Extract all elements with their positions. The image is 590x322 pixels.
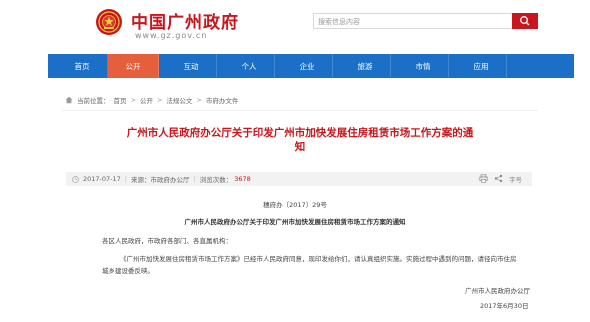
- share-icon[interactable]: [494, 174, 503, 183]
- breadcrumb-separator: >: [130, 96, 136, 104]
- site-title[interactable]: 中国广州政府: [131, 8, 239, 33]
- search-icon: [520, 16, 530, 26]
- article-tools: 字号: [479, 174, 522, 184]
- breadcrumb-link-regulations[interactable]: 法规公文: [166, 95, 192, 105]
- nav-item-city-info[interactable]: 市情: [398, 54, 449, 78]
- breadcrumb-link-office-docs[interactable]: 市府办文件: [206, 95, 239, 105]
- nav-item-home[interactable]: 首页: [57, 54, 108, 78]
- print-icon[interactable]: [479, 174, 488, 183]
- breadcrumb-link-open-gov[interactable]: 公开: [140, 95, 153, 105]
- site-header: 中国广州政府 www.gz.gov.cn: [0, 0, 590, 54]
- font-size-toggle[interactable]: 字号: [509, 174, 522, 184]
- clock-icon: [72, 175, 79, 183]
- nav-item-enterprise[interactable]: 企业: [282, 54, 333, 78]
- breadcrumb: 当前位置： 首页 > 公开 > 法规公文 > 市府办文件: [65, 95, 238, 105]
- publish-date: 2017-07-17: [83, 175, 121, 183]
- document-heading: 广州市人民政府办公厅关于印发广州市加快发展住房租赁市场工作方案的通知: [184, 218, 406, 226]
- national-emblem-icon[interactable]: [95, 8, 123, 36]
- meta-divider: |: [124, 175, 127, 183]
- search-box: [313, 13, 513, 29]
- document-body-line: 《广州市加快发展住房租赁市场工作方案》已经市人民政府同意，现印发给你们，请认真组…: [120, 255, 517, 263]
- views-count: 3678: [234, 175, 251, 183]
- nav-item-tourism[interactable]: 旅游: [340, 54, 391, 78]
- home-icon: [65, 96, 73, 104]
- document-sign-date: 2017年6月30日: [480, 302, 529, 310]
- search-input[interactable]: [318, 16, 508, 27]
- breadcrumb-link-home[interactable]: 首页: [114, 95, 127, 105]
- meta-divider: |: [193, 175, 196, 183]
- views-label: 浏览次数：: [199, 176, 233, 184]
- breadcrumb-separator: >: [196, 96, 202, 104]
- nav-item-open-gov[interactable]: 公开: [108, 54, 159, 78]
- nav-item-personal[interactable]: 个人: [224, 54, 275, 78]
- site-url: www.gz.gov.cn: [135, 31, 208, 40]
- breadcrumb-prefix: 当前位置：: [77, 97, 110, 105]
- nav-item-interaction[interactable]: 互动: [166, 54, 217, 78]
- document-number: 穗府办〔2017〕29号: [263, 201, 327, 209]
- article-source: 来源：市政府办公厅: [130, 176, 190, 184]
- document-signature: 广州市人民政府办公厅: [465, 287, 530, 295]
- search-button[interactable]: [512, 13, 538, 29]
- article-meta-bar: 2017-07-17 | 来源：市政府办公厅 | 浏览次数： 3678 字号: [66, 172, 532, 186]
- breadcrumb-separator: >: [156, 96, 163, 104]
- main-nav: 首页 公开 互动 个人 企业 旅游 市情 应用: [48, 54, 574, 78]
- article-title: 广州市人民政府办公厅关于印发广州市加快发展住房租赁市场工作方案的通知: [126, 127, 474, 153]
- nav-item-apps[interactable]: 应用: [456, 54, 507, 78]
- document-body-line: 城乡建设委反映。: [102, 267, 154, 275]
- document-recipients: 各区人民政府，市政府各部门、各直属机构：: [102, 237, 232, 245]
